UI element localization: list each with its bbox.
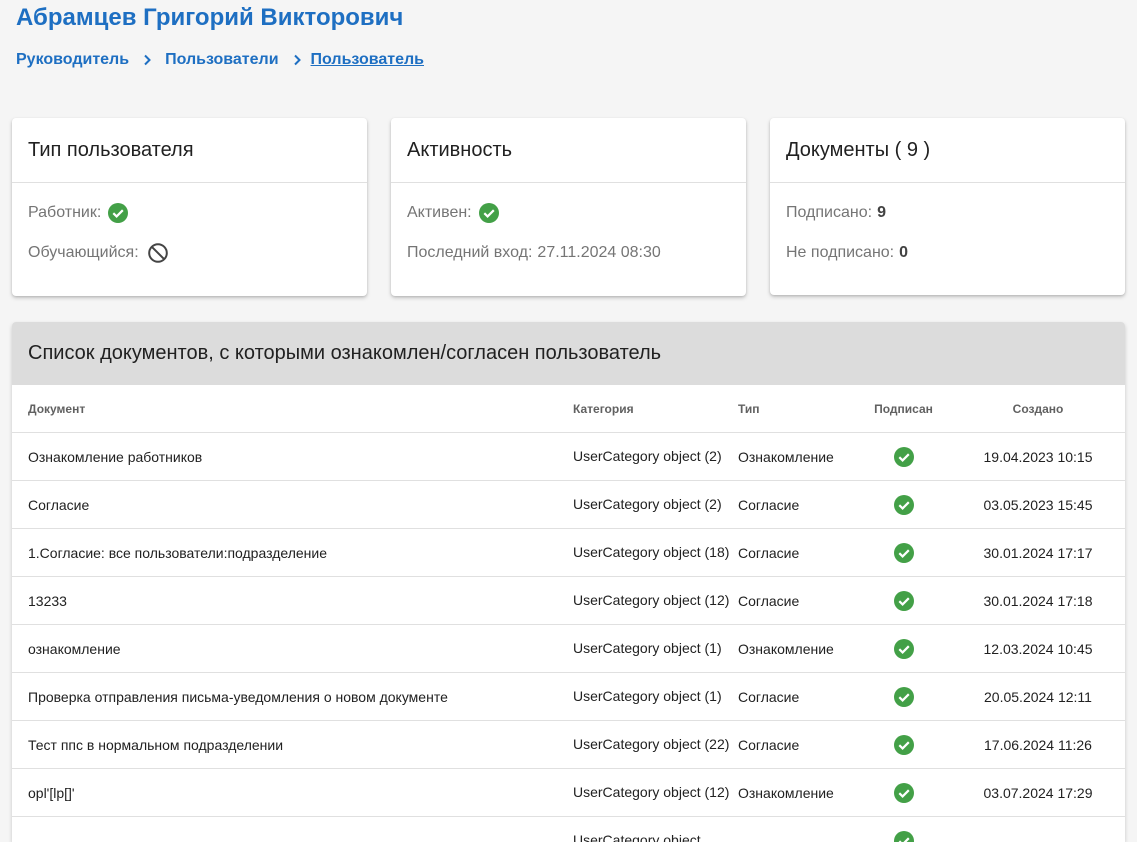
cell-document: 1.Согласие: все пользователи:подразделен… xyxy=(12,529,573,577)
cell-signed xyxy=(856,721,951,769)
table-row[interactable]: ознакомлениеUserCategory object (1)Ознак… xyxy=(12,625,1125,673)
cell-document: opl'[lp[]' xyxy=(12,769,573,817)
active-label: Активен: xyxy=(407,204,472,222)
cell-signed xyxy=(856,769,951,817)
cell-created: 17.06.2024 11:26 xyxy=(951,721,1125,769)
chevron-right-icon xyxy=(141,54,153,66)
cell-type xyxy=(738,817,856,842)
cell-document xyxy=(12,817,573,842)
last-login-label: Последний вход: xyxy=(407,244,532,262)
table-row[interactable]: UserCategory object xyxy=(12,817,1125,842)
page-title: Абрамцев Григорий Викторович xyxy=(16,4,403,32)
cell-type: Согласие xyxy=(738,481,856,529)
check-circle-icon xyxy=(893,686,915,708)
cell-category: UserCategory object (22) xyxy=(573,721,738,769)
documents-table: Документ Категория Тип Подписан Создано … xyxy=(12,385,1125,842)
cell-created: 30.01.2024 17:18 xyxy=(951,577,1125,625)
cell-signed xyxy=(856,577,951,625)
cell-category: UserCategory object (1) xyxy=(573,673,738,721)
last-login-value: 27.11.2024 08:30 xyxy=(537,244,660,262)
check-circle-icon xyxy=(893,542,915,564)
cell-created: 12.03.2024 10:45 xyxy=(951,625,1125,673)
column-header-document[interactable]: Документ xyxy=(12,385,573,433)
cell-signed xyxy=(856,625,951,673)
cell-category: UserCategory object (2) xyxy=(573,481,738,529)
check-circle-icon xyxy=(478,202,500,224)
check-circle-icon xyxy=(893,782,915,804)
block-icon xyxy=(147,242,169,264)
cell-document: Ознакомление работников xyxy=(12,433,573,481)
chevron-right-icon xyxy=(291,54,303,66)
cell-type: Ознакомление xyxy=(738,433,856,481)
card-title: Тип пользователя xyxy=(12,118,367,183)
cell-category: UserCategory object xyxy=(573,817,738,842)
student-label: Обучающийся: xyxy=(28,244,139,262)
table-row[interactable]: СогласиеUserCategory object (2)Согласие 0… xyxy=(12,481,1125,529)
documents-list-panel: Список документов, с которыми ознакомлен… xyxy=(12,322,1125,842)
table-row[interactable]: Тест ппс в нормальном подразделенииUserC… xyxy=(12,721,1125,769)
check-circle-icon xyxy=(893,830,915,842)
documents-card: Документы ( 9 ) Подписано: 9 Не подписан… xyxy=(770,118,1125,295)
breadcrumb: Руководитель Пользователи Пользователь xyxy=(16,51,424,69)
cell-created: 19.04.2023 10:15 xyxy=(951,433,1125,481)
cell-type: Согласие xyxy=(738,673,856,721)
cell-category: UserCategory object (12) xyxy=(573,577,738,625)
user-type-card: Тип пользователя Работник: Обучающийся: xyxy=(12,118,367,296)
card-title: Активность xyxy=(391,118,746,183)
unsigned-count: 0 xyxy=(899,244,908,262)
table-row[interactable]: 13233UserCategory object (12)Согласие 30.… xyxy=(12,577,1125,625)
cell-signed xyxy=(856,481,951,529)
cell-signed xyxy=(856,529,951,577)
check-circle-icon xyxy=(893,494,915,516)
cell-created: 03.07.2024 17:29 xyxy=(951,769,1125,817)
check-circle-icon xyxy=(893,734,915,756)
cell-document: ознакомление xyxy=(12,625,573,673)
table-row[interactable]: opl'[lp[]'UserCategory object (12)Ознако… xyxy=(12,769,1125,817)
cell-signed xyxy=(856,433,951,481)
check-circle-icon xyxy=(893,590,915,612)
cell-document: Согласие xyxy=(12,481,573,529)
cell-type: Ознакомление xyxy=(738,769,856,817)
cell-signed xyxy=(856,673,951,721)
cell-created: 03.05.2023 15:45 xyxy=(951,481,1125,529)
check-circle-icon xyxy=(893,638,915,660)
activity-card: Активность Активен: Последний вход: 27.1… xyxy=(391,118,746,296)
unsigned-label: Не подписано: xyxy=(786,244,894,262)
worker-label: Работник: xyxy=(28,204,101,222)
column-header-type[interactable]: Тип xyxy=(738,385,856,433)
table-header-row: Документ Категория Тип Подписан Создано xyxy=(12,385,1125,433)
column-header-category[interactable]: Категория xyxy=(573,385,738,433)
card-title: Документы ( 9 ) xyxy=(770,118,1125,183)
cell-category: UserCategory object (18) xyxy=(573,529,738,577)
breadcrumb-item-users[interactable]: Пользователи xyxy=(165,51,278,69)
cell-type: Согласие xyxy=(738,721,856,769)
cell-type: Согласие xyxy=(738,529,856,577)
cell-document: Тест ппс в нормальном подразделении xyxy=(12,721,573,769)
cell-category: UserCategory object (2) xyxy=(573,433,738,481)
signed-label: Подписано: xyxy=(786,204,872,222)
breadcrumb-item-manager[interactable]: Руководитель xyxy=(16,51,129,69)
cell-type: Ознакомление xyxy=(738,625,856,673)
column-header-signed[interactable]: Подписан xyxy=(856,385,951,433)
cell-created: 30.01.2024 17:17 xyxy=(951,529,1125,577)
cell-created: 20.05.2024 12:11 xyxy=(951,673,1125,721)
table-row[interactable]: 1.Согласие: все пользователи:подразделен… xyxy=(12,529,1125,577)
cell-document: 13233 xyxy=(12,577,573,625)
cell-created xyxy=(951,817,1125,842)
cell-type: Согласие xyxy=(738,577,856,625)
cell-category: UserCategory object (12) xyxy=(573,769,738,817)
check-circle-icon xyxy=(893,446,915,468)
cell-document: Проверка отправления письма-уведомления … xyxy=(12,673,573,721)
table-row[interactable]: Проверка отправления письма-уведомления … xyxy=(12,673,1125,721)
breadcrumb-item-user[interactable]: Пользователь xyxy=(311,51,424,69)
cell-signed xyxy=(856,817,951,842)
documents-list-title: Список документов, с которыми ознакомлен… xyxy=(12,322,1125,385)
check-circle-icon xyxy=(107,202,129,224)
table-row[interactable]: Ознакомление работниковUserCategory obje… xyxy=(12,433,1125,481)
signed-count: 9 xyxy=(877,204,886,222)
cell-category: UserCategory object (1) xyxy=(573,625,738,673)
column-header-created[interactable]: Создано xyxy=(951,385,1125,433)
